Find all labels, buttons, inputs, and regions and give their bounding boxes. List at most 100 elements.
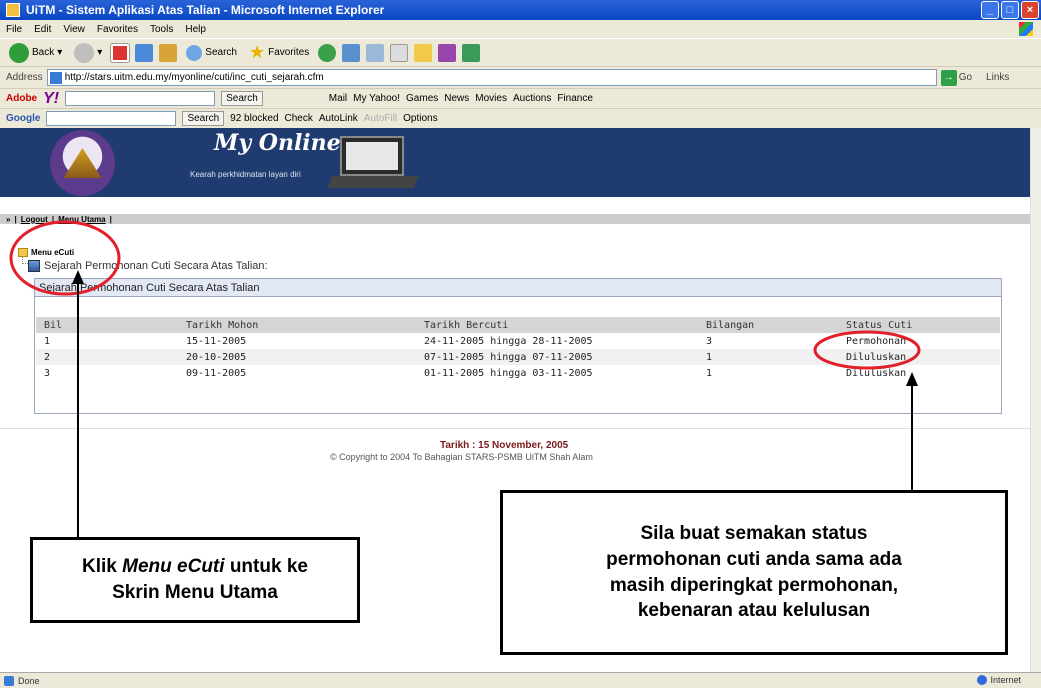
site-tagline: Kearah perkhidmatan layan diri — [190, 170, 301, 179]
yahoo-search-label: Search — [226, 93, 258, 104]
yahoo-auctions-button[interactable]: Auctions — [513, 93, 551, 104]
cell-tarikh-mohon: 09-11-2005 — [186, 367, 247, 379]
back-button[interactable]: Back ▾ — [6, 41, 65, 65]
minimize-icon[interactable]: _ — [981, 1, 999, 19]
callout-left-text-3: Skrin Menu Utama — [112, 582, 278, 603]
table-row: 3 09-11-2005 01-11-2005 hingga 03-11-200… — [36, 365, 1000, 381]
refresh-icon[interactable] — [135, 43, 154, 62]
autofill-button[interactable]: AutoFill — [364, 113, 397, 124]
menu-tools[interactable]: Tools — [150, 24, 173, 35]
research-icon[interactable] — [462, 43, 481, 62]
google-search-input[interactable] — [46, 111, 177, 126]
adobe-button[interactable]: Adobe — [6, 93, 37, 104]
window-controls: _ □ × — [981, 1, 1039, 19]
address-url: http://stars.uitm.edu.my/myonline/cuti/i… — [64, 72, 324, 83]
popup-blocked-count[interactable]: 92 blocked — [230, 113, 278, 124]
go-arrow-icon: → — [940, 69, 957, 86]
mail-icon[interactable] — [366, 43, 385, 62]
menu-utama-link[interactable]: Menu Utama — [58, 215, 106, 224]
search-button[interactable]: Search — [183, 43, 240, 63]
menu-file[interactable]: File — [6, 24, 22, 35]
history-subtitle: Sejarah Permohonan Cuti Secara Atas Tali… — [28, 260, 268, 272]
callout-right-line-1: Sila buat semakan status — [640, 523, 868, 545]
cell-bilangan: 1 — [706, 367, 713, 379]
site-nav: » | Logout | Menu Utama | — [0, 214, 1030, 224]
table-row: 2 20-10-2005 07-11-2005 hingga 07-11-200… — [36, 349, 1000, 365]
footer-copyright: © Copyright to 2004 To Bahagian STARS-PS… — [330, 452, 593, 462]
google-search-button[interactable]: Search — [182, 111, 225, 126]
callout-right-line-3: masih diperingkat permohonan, — [609, 574, 899, 596]
edit-icon[interactable] — [414, 43, 433, 62]
standard-toolbar: Back ▾ ▾ Search ★ Favorites — [0, 38, 1041, 66]
menu-edit[interactable]: Edit — [34, 24, 51, 35]
col-tarikh-bercuti: Tarikh Bercuti — [416, 317, 698, 333]
status-bar: Done Internet — [0, 672, 1041, 688]
nav-separator: | — [14, 214, 17, 224]
laptop-image — [327, 136, 419, 192]
callout-left-emphasis: Menu eCuti — [122, 556, 225, 578]
status-text: Done — [18, 675, 40, 686]
back-label: Back — [32, 47, 55, 58]
google-toolbar: Google Search 92 blocked Check AutoLink … — [0, 108, 1041, 128]
home-icon[interactable] — [159, 43, 178, 62]
menu-bar: File Edit View Favorites Tools Help — [0, 20, 1041, 38]
col-bilangan: Bilangan — [698, 317, 838, 333]
menu-view[interactable]: View — [63, 24, 85, 35]
yahoo-logo-icon[interactable]: Y! — [43, 90, 59, 108]
logout-link[interactable]: Logout — [21, 215, 48, 224]
cell-tarikh-bercuti: 07-11-2005 hingga 07-11-2005 — [416, 349, 698, 365]
yahoo-finance-button[interactable]: Finance — [557, 93, 593, 104]
search-label: Search — [205, 47, 237, 58]
history-icon[interactable] — [342, 43, 361, 62]
history-panel: Sejarah Permohonan Cuti Secara Atas Tali… — [34, 278, 1002, 414]
forward-button[interactable]: ▾ — [71, 41, 105, 65]
menu-favorites[interactable]: Favorites — [97, 24, 138, 35]
links-button[interactable]: Links — [986, 72, 1009, 83]
cell-tarikh-bercuti: 01-11-2005 hingga 03-11-2005 — [424, 367, 593, 379]
media-icon[interactable] — [318, 43, 337, 62]
messenger-icon[interactable] — [438, 43, 457, 62]
nav-separator: | — [51, 214, 55, 224]
col-status-cuti: Status Cuti — [838, 317, 1000, 333]
window-title: UiTM - Sistem Aplikasi Atas Talian - Mic… — [26, 3, 385, 17]
document-icon — [28, 260, 40, 272]
google-search-label: Search — [187, 113, 220, 124]
google-logo[interactable]: Google — [6, 113, 40, 124]
stop-icon[interactable] — [110, 42, 131, 63]
back-arrow-icon — [9, 42, 29, 63]
col-bil: Bil — [36, 317, 178, 333]
cell-tarikh-bercuti: 24-11-2005 hingga 28-11-2005 — [424, 335, 593, 347]
address-input[interactable]: http://stars.uitm.edu.my/myonline/cuti/i… — [46, 69, 937, 86]
autolink-button[interactable]: AutoLink — [319, 113, 358, 124]
print-icon[interactable] — [390, 43, 409, 62]
callout-right-line-2: permohonan cuti anda sama ada — [606, 548, 902, 570]
yahoo-search-button[interactable]: Search — [221, 91, 263, 106]
windows-logo-icon — [1019, 22, 1033, 36]
footer-divider — [0, 428, 1030, 429]
address-bar: Address http://stars.uitm.edu.my/myonlin… — [0, 66, 1041, 88]
close-icon[interactable]: × — [1021, 1, 1039, 19]
leave-history-table: Bil Tarikh Mohon Tarikh Bercuti Bilangan… — [36, 317, 1000, 381]
window-titlebar: UiTM - Sistem Aplikasi Atas Talian - Mic… — [0, 0, 1041, 20]
yahoo-search-input[interactable] — [65, 91, 216, 106]
page-icon — [49, 71, 62, 84]
cell-status: Diluluskan — [846, 367, 907, 379]
yahoo-games-button[interactable]: Games — [406, 93, 438, 104]
security-zone: Internet — [977, 675, 1021, 685]
go-button[interactable]: → Go — [940, 69, 972, 86]
yahoo-movies-button[interactable]: Movies — [475, 93, 507, 104]
callout-left-text-1: Klik — [82, 556, 123, 578]
cell-bil: 3 — [44, 367, 51, 379]
yahoo-mail-button[interactable]: Mail — [329, 93, 347, 104]
vertical-scrollbar[interactable] — [1030, 128, 1041, 672]
favorites-button[interactable]: ★ Favorites — [246, 40, 312, 65]
callout-right-line-4: kebenaran atau kelulusan — [637, 600, 871, 622]
options-button[interactable]: Options — [403, 113, 437, 124]
menu-help[interactable]: Help — [185, 24, 206, 35]
maximize-icon[interactable]: □ — [1001, 1, 1019, 19]
spell-check-button[interactable]: Check — [285, 113, 313, 124]
col-tarikh-mohon: Tarikh Mohon — [178, 317, 416, 333]
yahoo-myyahoo-button[interactable]: My Yahoo! — [353, 93, 400, 104]
table-header-row: Bil Tarikh Mohon Tarikh Bercuti Bilangan… — [36, 317, 1000, 333]
yahoo-news-button[interactable]: News — [444, 93, 469, 104]
